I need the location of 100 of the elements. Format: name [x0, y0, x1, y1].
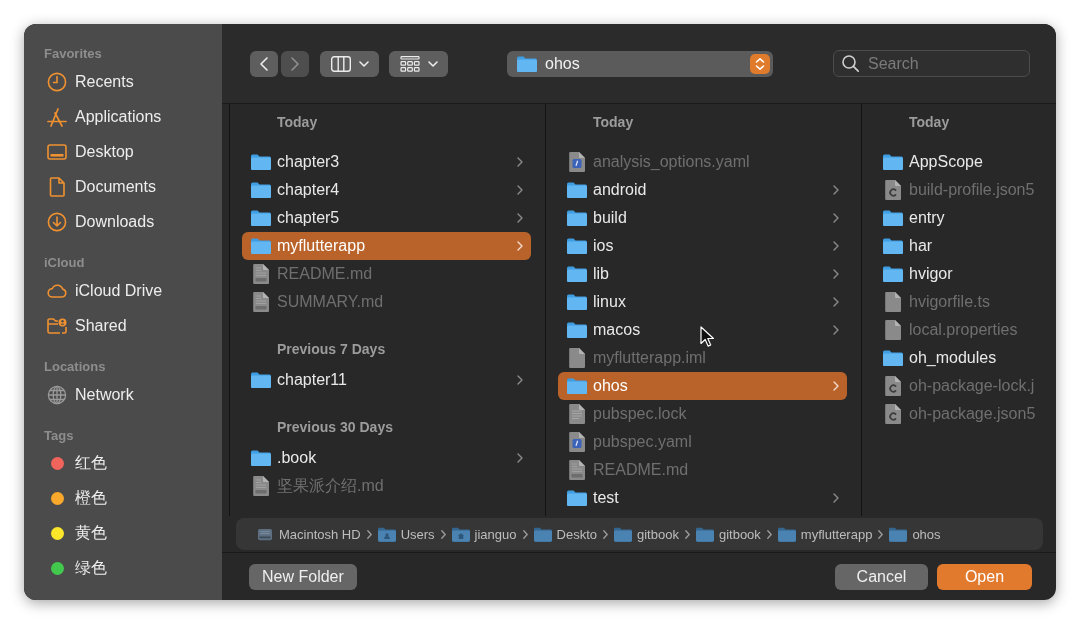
path-item[interactable]: gitbook	[695, 526, 761, 542]
folder-row[interactable]: android	[558, 176, 847, 204]
folder-row[interactable]: chapter11	[242, 366, 531, 394]
globe-icon	[47, 384, 67, 405]
sidebar-section-title: Favorites	[44, 45, 103, 63]
sidebar-item[interactable]: Shared	[44, 308, 210, 343]
sidebar-item[interactable]: 绿色	[44, 551, 210, 586]
file-icon	[885, 376, 901, 396]
chevron-right-icon	[766, 529, 772, 539]
folder-row[interactable]: entry	[874, 204, 1042, 232]
folder-row[interactable]: lib	[558, 260, 847, 288]
shared-folder-icon	[47, 315, 67, 336]
file-icon	[885, 320, 901, 340]
path-item[interactable]: Users	[377, 526, 435, 542]
search-field[interactable]: Search	[833, 50, 1030, 77]
folder-row[interactable]: AppScope	[874, 148, 1042, 176]
file-icon	[569, 348, 585, 368]
path-item[interactable]: Deskto	[533, 526, 597, 542]
sidebar-item[interactable]: Applications	[44, 99, 210, 134]
chevron-right-icon	[440, 529, 446, 539]
file-icon	[569, 432, 585, 452]
folder-icon	[614, 526, 632, 542]
stepper-icon	[750, 53, 770, 74]
file-icon	[253, 292, 269, 312]
group-header: Previous 30 Days	[276, 418, 394, 437]
sidebar-item[interactable]: Network	[44, 377, 210, 412]
file-icon	[569, 404, 585, 424]
mouse-pointer-icon	[700, 326, 714, 347]
path-item[interactable]: gitbook	[614, 526, 679, 542]
folder-icon	[567, 266, 587, 282]
cancel-button[interactable]: Cancel	[835, 563, 928, 590]
folder-icon	[251, 210, 271, 226]
sidebar-item[interactable]: Desktop	[44, 134, 210, 169]
folder-row[interactable]: build	[558, 204, 847, 232]
folder-row[interactable]: oh_modules	[874, 344, 1042, 372]
sidebar-item[interactable]: Recents	[44, 64, 210, 99]
folder-icon	[883, 238, 903, 254]
file-icon	[885, 404, 901, 424]
folder-row[interactable]: .book	[242, 444, 531, 472]
chevron-right-icon	[878, 529, 884, 539]
folder-row[interactable]: myflutterapp	[242, 232, 531, 260]
folder-icon	[251, 238, 271, 254]
chevron-right-icon	[603, 529, 608, 539]
folder-icon	[567, 490, 587, 506]
sidebar-item[interactable]: Downloads	[44, 204, 210, 239]
download-icon	[47, 211, 67, 232]
caret-icon	[359, 60, 369, 67]
chevron-right-icon	[684, 529, 690, 539]
view-mode-button[interactable]	[389, 50, 448, 77]
folder-icon	[517, 55, 537, 72]
folder-icon	[567, 322, 587, 338]
folder-row[interactable]: hvigor	[874, 260, 1042, 288]
file-icon	[569, 460, 585, 480]
folder-row[interactable]: ohos	[558, 372, 847, 400]
sidebar-item[interactable]: 橙色	[44, 481, 210, 516]
path-item[interactable]: myflutterapp	[777, 526, 873, 542]
view-mode-button[interactable]	[320, 50, 379, 77]
folder-icon	[883, 154, 903, 170]
group-header: Today	[592, 113, 635, 132]
folder-icon	[567, 210, 587, 226]
folder-row[interactable]: linux	[558, 288, 847, 316]
sidebar-item[interactable]: 红色	[44, 446, 210, 481]
folder-row[interactable]: chapter5	[242, 204, 531, 232]
group-header: Today	[276, 113, 319, 132]
sidebar-item[interactable]: iCloud Drive	[44, 273, 210, 308]
folder-row[interactable]: har	[874, 232, 1042, 260]
folder-row[interactable]: chapter3	[242, 148, 531, 176]
path-item[interactable]: Macintosh HD	[256, 526, 361, 542]
folder-icon	[251, 154, 271, 170]
file-icon	[253, 476, 269, 496]
caret-icon	[428, 60, 438, 67]
folder-icon	[567, 378, 587, 394]
folder-row[interactable]: ios	[558, 232, 847, 260]
user-folder-icon	[377, 526, 396, 542]
chevron-right-icon	[522, 529, 528, 539]
chevron-right-icon	[366, 529, 372, 539]
folder-row[interactable]: chapter4	[242, 176, 531, 204]
folder-icon	[251, 450, 271, 466]
desktop-icon	[47, 141, 67, 162]
location-popup[interactable]: ohos	[507, 50, 773, 77]
sidebar-section-title: Locations	[44, 358, 107, 376]
columns-icon	[331, 55, 351, 72]
sidebar-item[interactable]: 黄色	[44, 516, 210, 551]
grid-icon	[400, 55, 420, 72]
back-button[interactable]	[250, 50, 278, 77]
document-icon	[47, 176, 67, 197]
group-header: Today	[908, 113, 951, 132]
file-icon	[885, 292, 901, 312]
folder-icon	[567, 238, 587, 254]
sidebar-item[interactable]: Documents	[44, 169, 210, 204]
path-item[interactable]: jianguo	[451, 526, 517, 542]
path-item[interactable]: ohos	[889, 526, 941, 542]
new-folder-button[interactable]: New Folder	[249, 563, 357, 590]
apps-icon	[47, 106, 67, 127]
folder-icon	[889, 526, 908, 542]
folder-icon	[777, 526, 796, 542]
folder-row[interactable]: test	[558, 484, 847, 512]
folder-icon	[533, 526, 552, 542]
file-icon	[569, 152, 585, 172]
file-icon	[885, 180, 901, 200]
